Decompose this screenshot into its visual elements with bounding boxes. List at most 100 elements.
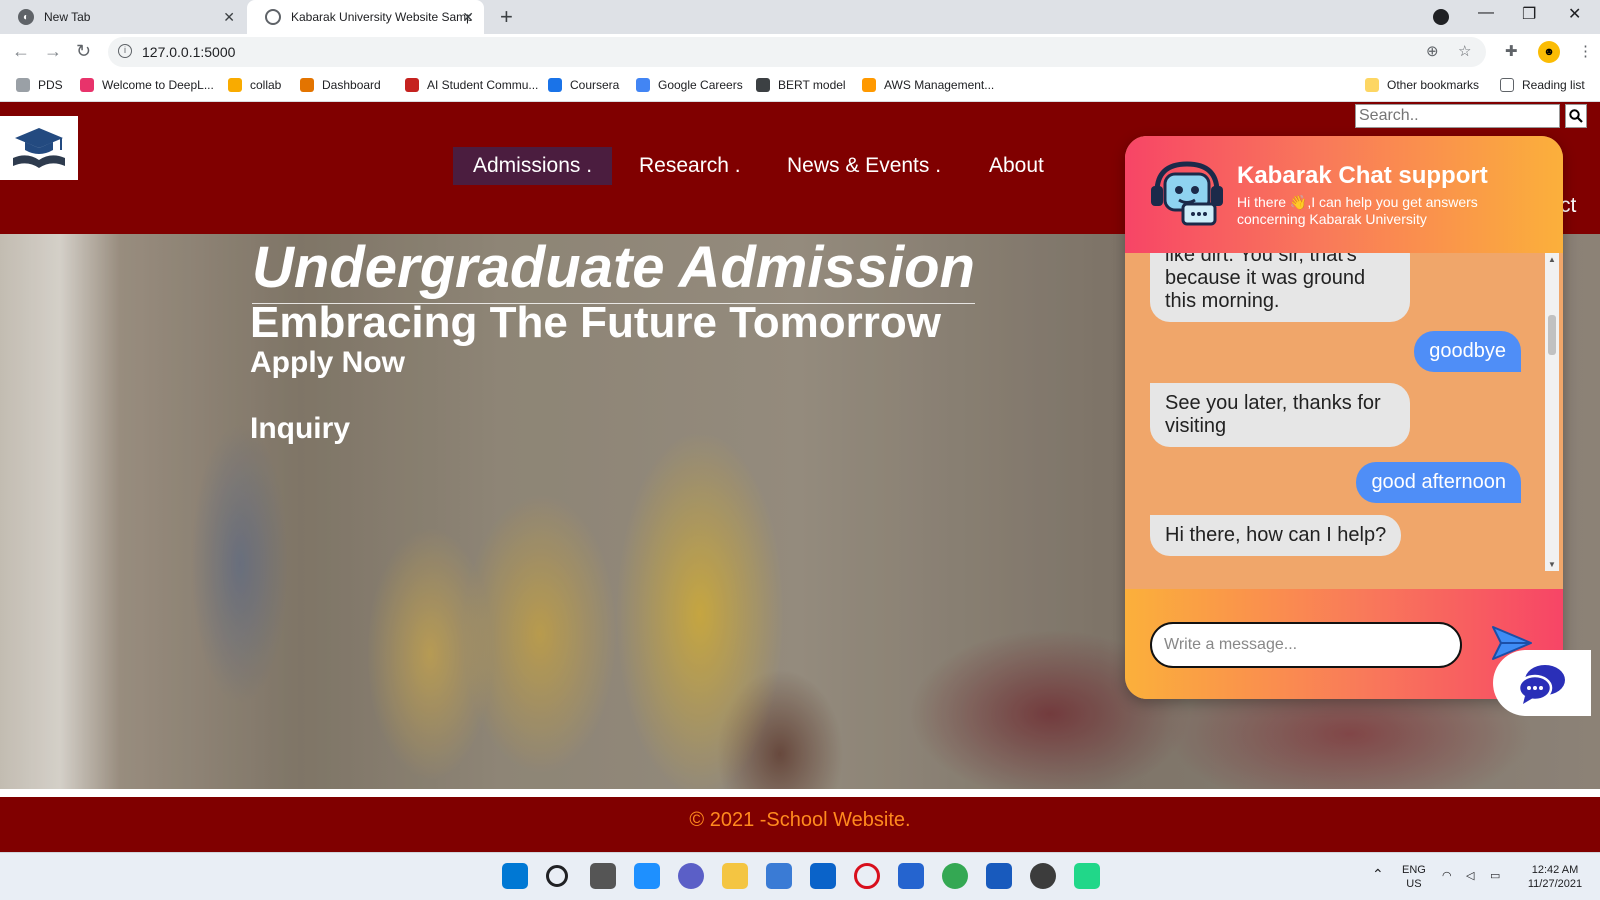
profile-avatar[interactable]: ☻ (1538, 41, 1560, 63)
teams-chat-icon[interactable] (678, 863, 704, 889)
search-icon (1569, 109, 1583, 123)
pycharm-icon[interactable] (1074, 863, 1100, 889)
keyboard-region: US (1406, 878, 1422, 890)
chat-message-user: good afternoon (1356, 462, 1521, 503)
reading-list[interactable]: Reading list (1500, 78, 1585, 92)
start-icon[interactable] (502, 863, 528, 889)
address-bar[interactable]: i 127.0.0.1:5000 ⊕ ☆ (108, 37, 1486, 67)
chat-scrollbar[interactable]: ▲ ▼ (1545, 253, 1559, 571)
bookmark-favicon-icon (16, 78, 30, 92)
bookmark-label: BERT model (778, 78, 846, 92)
apply-now-link[interactable]: Apply Now (250, 346, 405, 380)
show-hidden-icons-icon[interactable]: ⌃ (1372, 867, 1384, 881)
bookmark-label: PDS (38, 78, 63, 92)
volume-icon[interactable]: ◁ (1466, 869, 1474, 883)
nav-research[interactable]: Research . (619, 147, 761, 185)
bookmark-item[interactable]: collab (228, 78, 281, 92)
url-text: 127.0.0.1:5000 (142, 44, 236, 60)
close-window-icon[interactable]: ✕ (1568, 4, 1581, 24)
scroll-down-icon[interactable]: ▼ (1548, 560, 1556, 569)
bookmark-favicon-icon (862, 78, 876, 92)
minimize-icon[interactable]: — (1478, 4, 1494, 22)
store-icon[interactable] (766, 863, 792, 889)
bookmark-favicon-icon (228, 78, 242, 92)
widgets-icon[interactable] (634, 863, 660, 889)
inquiry-link[interactable]: Inquiry (250, 412, 350, 446)
bookmark-item[interactable]: Google Careers (636, 78, 743, 92)
chat-toggle-button[interactable] (1493, 650, 1591, 716)
forward-icon[interactable]: → (44, 41, 62, 62)
reading-list-label: Reading list (1522, 78, 1585, 92)
opera-icon[interactable] (854, 863, 880, 889)
todo-icon[interactable] (898, 863, 924, 889)
bookmark-item[interactable]: AWS Management... (862, 78, 994, 92)
site-search-input[interactable] (1355, 104, 1560, 128)
bookmark-favicon-icon (548, 78, 562, 92)
other-bookmarks[interactable]: Other bookmarks (1365, 78, 1479, 92)
chat-bubbles-icon (1517, 665, 1565, 704)
bookmark-label: Google Careers (658, 78, 743, 92)
zoom-icon[interactable]: ⊕ (1426, 42, 1439, 60)
chatbot-icon (1151, 161, 1223, 226)
close-tab-icon[interactable]: ✕ (462, 9, 474, 26)
folder-icon (1365, 78, 1379, 92)
clock[interactable]: 12:42 AM 11/27/2021 (1520, 863, 1590, 891)
restore-icon[interactable]: ❐ (1522, 4, 1536, 24)
reading-list-icon (1500, 78, 1514, 92)
close-tab-icon[interactable]: ✕ (223, 9, 235, 26)
media-player-icon[interactable] (1030, 863, 1056, 889)
scroll-thumb[interactable] (1548, 315, 1556, 355)
chat-message-user: goodbye (1414, 331, 1521, 372)
language-code: ENG (1402, 864, 1426, 876)
mail-icon[interactable] (810, 863, 836, 889)
bookmark-favicon-icon (80, 78, 94, 92)
scroll-up-icon[interactable]: ▲ (1548, 255, 1556, 264)
site-logo[interactable] (0, 116, 78, 180)
download-icon[interactable] (1433, 9, 1449, 25)
chat-message-input[interactable] (1150, 622, 1462, 668)
site-search-button[interactable] (1565, 104, 1587, 128)
battery-icon[interactable]: ▭ (1490, 869, 1500, 883)
bookmark-favicon-icon (405, 78, 419, 92)
chrome-icon[interactable] (942, 863, 968, 889)
bookmark-label: collab (250, 78, 282, 92)
tab-new-tab[interactable]: ◐ New Tab ✕ (0, 0, 245, 34)
wifi-icon[interactable]: ◠ (1442, 869, 1452, 883)
bookmark-label: AWS Management... (884, 78, 995, 92)
bookmark-favicon-icon (300, 78, 314, 92)
chat-header: Kabarak Chat support Hi there 👋,I can he… (1125, 136, 1563, 253)
language-indicator[interactable]: ENG US (1402, 863, 1426, 891)
chat-messages[interactable]: like dirt. You sir, that's because it wa… (1125, 253, 1563, 571)
bookmark-item[interactable]: AI Student Commu... (405, 78, 538, 92)
tab-title: Kabarak University Website Samp (291, 10, 471, 24)
nav-admissions[interactable]: Admissions . (453, 147, 613, 185)
browser-toolbar: ← → ↻ i 127.0.0.1:5000 ⊕ ☆ ✚ ☻ ⋮ (0, 34, 1600, 70)
nav-about[interactable]: About (969, 147, 1064, 185)
nav-news-events[interactable]: News & Events . (767, 147, 961, 185)
bookmark-item[interactable]: Coursera (548, 78, 619, 92)
bookmark-item[interactable]: Welcome to DeepL... (80, 78, 214, 92)
bookmark-label: Coursera (570, 78, 620, 92)
menu-icon[interactable]: ⋮ (1578, 42, 1593, 60)
back-icon[interactable]: ← (12, 41, 30, 62)
file-explorer-icon[interactable] (722, 863, 748, 889)
reload-icon[interactable]: ↻ (76, 41, 91, 62)
windows-taskbar: ⌃ ENG US ◠ ◁ ▭ 12:42 AM 11/27/2021 (0, 852, 1600, 900)
extensions-icon[interactable]: ✚ (1505, 42, 1518, 60)
chat-subtitle: Hi there 👋,I can help you get answers co… (1237, 194, 1478, 227)
word-icon[interactable] (986, 863, 1012, 889)
new-tab-icon[interactable]: + (500, 4, 513, 30)
graduation-book-icon (13, 128, 65, 168)
chat-widget: Kabarak Chat support Hi there 👋,I can he… (1125, 136, 1563, 699)
bookmark-item[interactable]: BERT model (756, 78, 846, 92)
bookmark-item[interactable]: PDS (16, 78, 63, 92)
hero-subtitle: Embracing The Future Tomorrow (250, 298, 942, 347)
chat-title: Kabarak Chat support (1237, 162, 1488, 189)
task-view-icon[interactable] (590, 863, 616, 889)
tab-kabarak[interactable]: Kabarak University Website Samp ✕ (247, 0, 484, 34)
bookmark-item[interactable]: Dashboard (300, 78, 381, 92)
bookmark-star-icon[interactable]: ☆ (1458, 42, 1471, 60)
hero-title: Undergraduate Admission (252, 234, 975, 304)
search-icon[interactable] (546, 865, 568, 887)
info-icon[interactable]: i (118, 44, 132, 58)
